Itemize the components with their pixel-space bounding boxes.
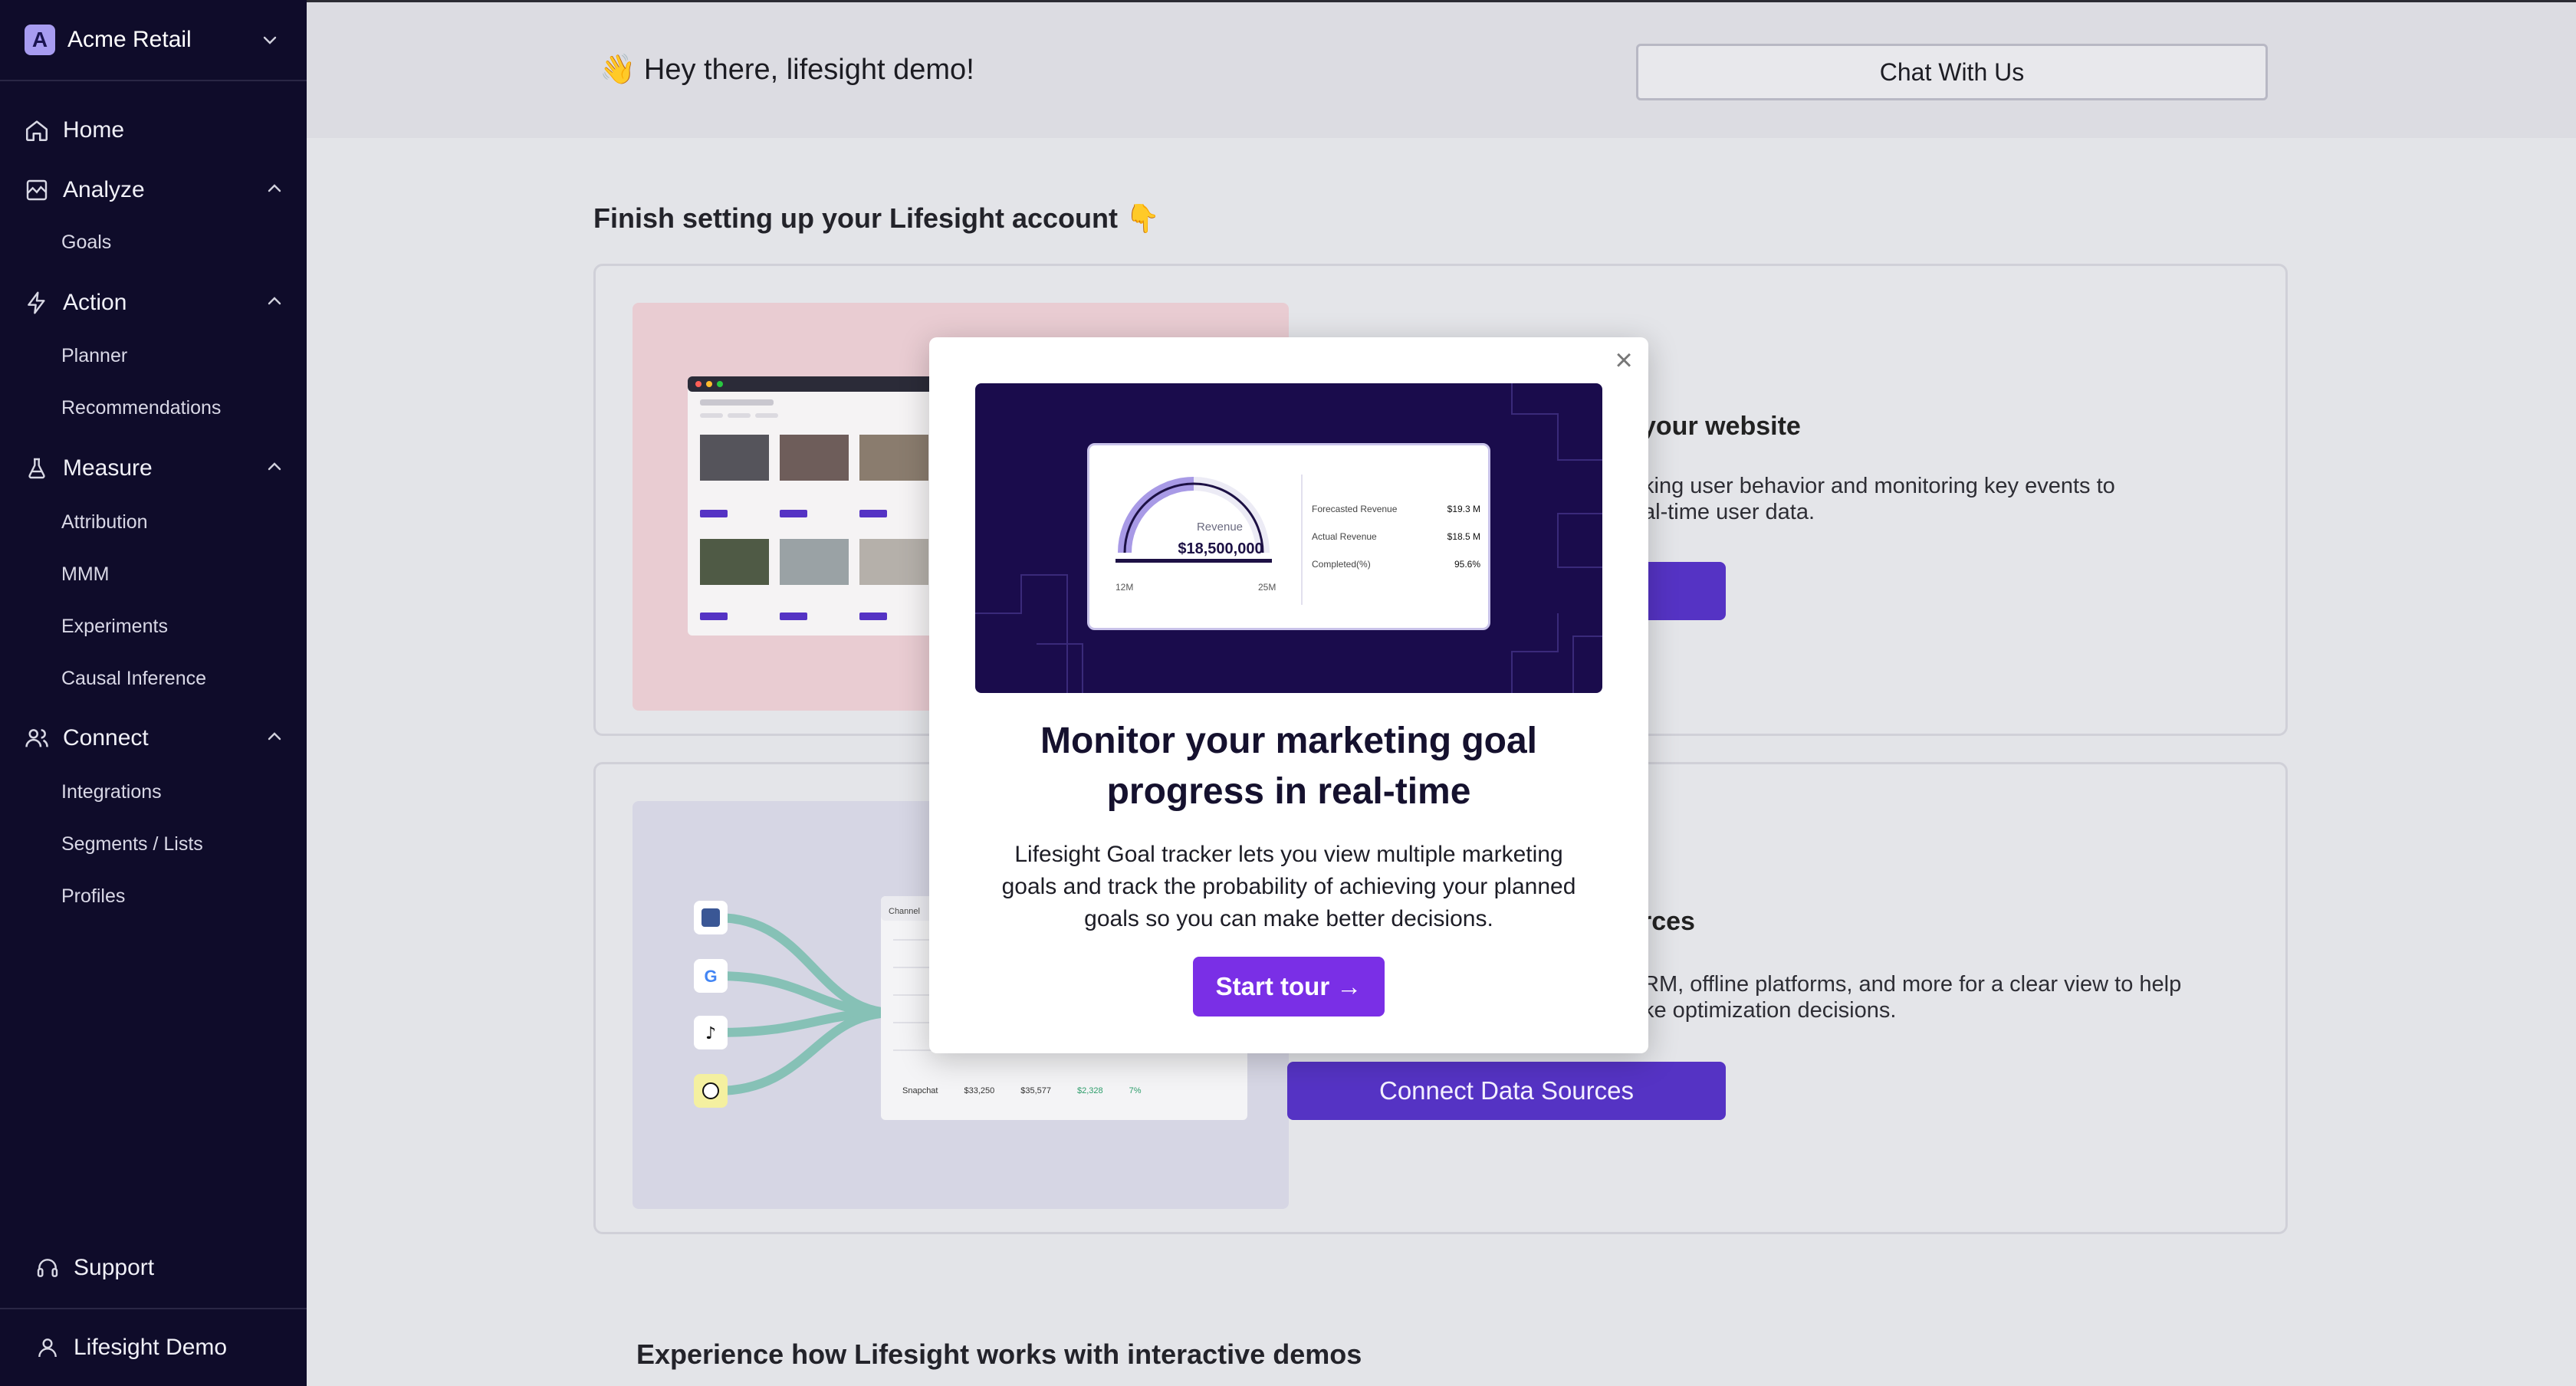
card-description-line: RM, offline platforms, and more for a cl… (1643, 972, 2182, 997)
divider (0, 1308, 307, 1309)
gauge-value: $18,500,000 (1178, 540, 1263, 557)
card-title: your website (1641, 412, 1801, 441)
sidebar-item-experiments[interactable]: Experiments (61, 611, 168, 642)
chevron-up-icon[interactable] (265, 292, 284, 310)
top-bar: 👋 Hey there, lifesight demo! Chat With U… (307, 0, 2576, 138)
stat-value: 95.6% (1454, 559, 1480, 570)
table-cell: 7% (1129, 1086, 1142, 1095)
gauge-label: Revenue (1196, 521, 1244, 534)
sidebar-item-measure[interactable]: Measure (23, 447, 284, 490)
chart-icon (23, 176, 51, 204)
modal-description-line: goals so you can make better decisions. (1084, 906, 1493, 931)
setup-section-title: Finish setting up your Lifesight account… (593, 202, 1160, 234)
headset-icon (34, 1254, 61, 1282)
goal-tracker-hero-image: Revenue $18,500,000 12M 25M Forecasted R… (975, 383, 1602, 693)
stat-label: Completed(%) (1312, 559, 1371, 570)
chevron-up-icon[interactable] (265, 458, 284, 476)
sidebar-item-planner[interactable]: Planner (61, 340, 127, 371)
sidebar-item-label: Measure (63, 455, 153, 481)
sidebar-item-label: Connect (63, 725, 149, 750)
modal-description-line: Lifesight Goal tracker lets you view mul… (1014, 842, 1563, 867)
sidebar: A Acme Retail Home Analyze Goals Action … (0, 0, 307, 1386)
stat-label: Actual Revenue (1312, 531, 1377, 542)
svg-text:G: G (704, 967, 717, 986)
flask-icon (23, 455, 51, 482)
stat-row: Forecasted Revenue $19.3 M (1312, 504, 1480, 531)
card-title: rces (1641, 907, 1695, 936)
chat-with-us-button[interactable]: Chat With Us (1636, 44, 2268, 100)
stat-value: $18.5 M (1447, 531, 1480, 542)
connect-data-sources-button[interactable]: Connect Data Sources (1287, 1062, 1726, 1120)
sidebar-item-goals[interactable]: Goals (61, 227, 111, 258)
workspace-avatar: A (25, 25, 55, 55)
table-cell: $2,328 (1077, 1086, 1103, 1095)
sidebar-item-label: Action (63, 290, 127, 315)
sidebar-item-segments-lists[interactable]: Segments / Lists (61, 829, 203, 859)
revenue-stats: Forecasted Revenue $19.3 M Actual Revenu… (1312, 504, 1480, 586)
card-description-line: al-time user data. (1643, 500, 1815, 524)
stat-row: Actual Revenue $18.5 M (1312, 531, 1480, 559)
stat-label: Forecasted Revenue (1312, 504, 1398, 514)
table-header: Channel (889, 907, 920, 916)
user-profile-menu[interactable]: Lifesight Demo (34, 1326, 294, 1369)
modal-title-line: progress in real-time (1106, 771, 1471, 812)
sidebar-item-home[interactable]: Home (23, 109, 284, 152)
table-row: Snapchat $33,250 $35,577 $2,328 7% (902, 1086, 1240, 1095)
demos-section-title: Experience how Lifesight works with inte… (636, 1338, 1362, 1370)
modal-title-line: Monitor your marketing goal (1040, 721, 1538, 761)
goal-tracker-modal: × Revenue $18,500,000 12M 25M Forecasted… (929, 337, 1648, 1053)
close-icon[interactable]: × (1608, 345, 1639, 376)
user-name: Lifesight Demo (74, 1335, 228, 1360)
stat-value: $19.3 M (1447, 504, 1480, 514)
svg-text:♪: ♪ (705, 1024, 716, 1043)
chevron-up-icon[interactable] (265, 727, 284, 746)
stat-row: Completed(%) 95.6% (1312, 559, 1480, 586)
card-description-line: ke optimization decisions. (1643, 998, 1897, 1023)
greeting-text: 👋 Hey there, lifesight demo! (600, 54, 974, 86)
sidebar-item-action[interactable]: Action (23, 281, 284, 324)
gauge-min: 12M (1116, 582, 1134, 593)
gauge-max: 25M (1258, 582, 1276, 593)
start-tour-button[interactable]: Start tour → (1193, 957, 1385, 1017)
lightning-icon (23, 289, 51, 317)
sidebar-item-integrations[interactable]: Integrations (61, 777, 162, 807)
workspace-name: Acme Retail (67, 27, 192, 52)
table-cell: $33,250 (964, 1086, 995, 1095)
modal-title: Monitor your marketing goal progress in … (929, 716, 1648, 817)
sidebar-item-support[interactable]: Support (34, 1246, 294, 1289)
sidebar-item-label: Analyze (63, 177, 145, 202)
sidebar-item-causal-inference[interactable]: Causal Inference (61, 663, 206, 694)
sidebar-item-connect[interactable]: Connect (23, 717, 284, 760)
modal-description-line: goals and track the probability of achie… (1001, 874, 1576, 899)
user-icon (34, 1334, 61, 1361)
sidebar-item-label: Support (74, 1255, 155, 1280)
sidebar-item-profiles[interactable]: Profiles (61, 881, 125, 911)
table-cell: Snapchat (902, 1086, 938, 1095)
sidebar-item-recommendations[interactable]: Recommendations (61, 392, 221, 423)
chevron-up-icon[interactable] (265, 179, 284, 198)
users-icon (23, 724, 51, 752)
divider (1301, 475, 1303, 605)
sidebar-item-label: Home (63, 117, 125, 143)
table-cell: $35,577 (1020, 1086, 1052, 1095)
modal-description: Lifesight Goal tracker lets you view mul… (975, 839, 1602, 935)
sidebar-item-attribution[interactable]: Attribution (61, 507, 148, 537)
workspace-switcher[interactable]: A Acme Retail (0, 0, 307, 81)
home-icon (23, 117, 51, 144)
sidebar-item-mmm[interactable]: MMM (61, 559, 109, 590)
chevron-down-icon (263, 36, 277, 44)
sidebar-item-analyze[interactable]: Analyze (23, 169, 284, 212)
revenue-goal-card: Revenue $18,500,000 12M 25M Forecasted R… (1087, 443, 1490, 630)
card-description-line: king user behavior and monitoring key ev… (1643, 474, 2115, 498)
